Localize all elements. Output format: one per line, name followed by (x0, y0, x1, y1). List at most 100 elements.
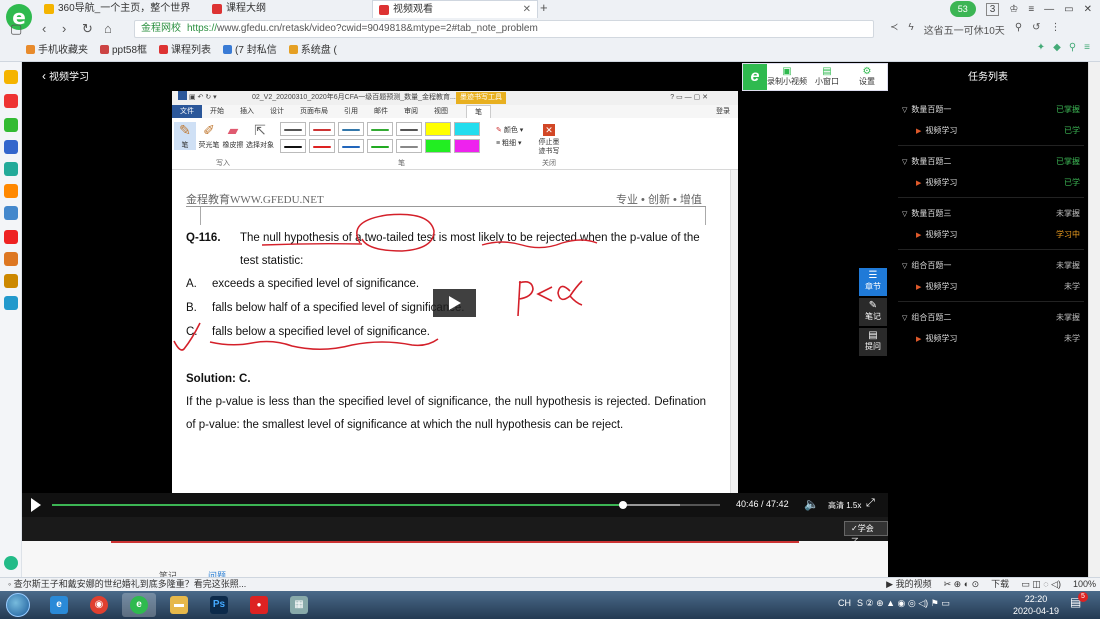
bookmark-item[interactable]: 课程列表 (159, 41, 211, 56)
task-item-video[interactable]: ▶ 视频学习 (916, 125, 957, 136)
app-icon[interactable] (4, 274, 18, 288)
task-separator (898, 197, 1084, 198)
new-tab-button[interactable]: + (540, 0, 548, 15)
task-item-video[interactable]: ▶ 视频学习 (916, 333, 957, 344)
user-badge[interactable]: 53 (949, 1, 976, 17)
taskbar-360-browser[interactable]: e (122, 593, 156, 617)
minimize-icon[interactable]: — (1044, 4, 1054, 15)
refresh-icon[interactable]: ↻ (82, 21, 93, 37)
skin-icon[interactable]: ♔ (1009, 4, 1018, 15)
taskbar-calculator[interactable]: ▦ (282, 593, 316, 617)
ask-question-button[interactable]: ▤ 提问 (859, 328, 887, 356)
lightning-icon[interactable]: ϟ (908, 22, 913, 37)
search-icon[interactable]: ⚲ (1015, 22, 1022, 37)
game-icon[interactable]: ◆ (1053, 42, 1061, 53)
menu-icon[interactable]: ≡ (1084, 42, 1090, 53)
search-hint[interactable]: 这省五一可休10天 (924, 22, 1005, 37)
browser-360-icon: e (130, 596, 148, 614)
tray-icons[interactable]: S ② ⊕ ▲ ◉ ◎ ◁) ⚑ ▭ (857, 598, 950, 609)
video-play-overlay-button[interactable] (433, 289, 476, 317)
question-text: The null hypothesis of a two-tailed test… (240, 232, 700, 267)
extension-icon[interactable]: ✦ (1037, 42, 1045, 53)
forward-icon[interactable]: › (62, 21, 66, 36)
bookmark-item[interactable]: ppt58框 (100, 41, 147, 56)
app-icon[interactable] (4, 296, 18, 310)
game-icon[interactable] (4, 184, 18, 198)
task-item-video[interactable]: ▶ 视频学习 (916, 281, 957, 292)
task-group-header[interactable]: ▽ 组合百题一 (902, 260, 951, 271)
learned-button[interactable]: ✓学会了 (844, 521, 888, 546)
progress-bar[interactable] (52, 501, 720, 509)
zoom-level[interactable]: 100% (1073, 578, 1096, 591)
mail-icon[interactable] (4, 118, 18, 132)
my-video-link[interactable]: ▶ 我的视频 (886, 578, 931, 591)
task-group-header[interactable]: ▽ 数量百题二 (902, 156, 951, 167)
language-indicator[interactable]: CH (838, 598, 851, 609)
volume-icon[interactable]: 🔈 (804, 497, 819, 511)
play-icon (449, 296, 461, 310)
bookmark-item[interactable]: 手机收藏夹 (26, 41, 88, 56)
tab-video-watch[interactable]: 视频观看 ✕ (372, 0, 538, 18)
menu-icon[interactable]: ≡ (1028, 4, 1034, 15)
word-ribbon-tabs: 文件 开始 插入 设计 页面布局 引用 邮件 审阅 视图 笔 登录 (172, 105, 738, 118)
news-ticker[interactable]: ◦ 查尔斯王子和戴安娜的世纪婚礼到底多隆重？看完这张照... (8, 578, 246, 591)
close-window-icon[interactable]: ✕ (1084, 4, 1092, 15)
chapters-button[interactable]: ☰ 章节 (859, 268, 887, 296)
tab-close-icon[interactable]: ✕ (523, 1, 531, 18)
app-icon[interactable] (4, 206, 18, 220)
clock-time: 22:20 (1024, 594, 1048, 604)
play-button[interactable] (31, 498, 41, 512)
maximize-icon[interactable]: ▭ (1064, 4, 1073, 15)
misc-icons[interactable]: ▭ ◫ ◌ ◁) (1021, 578, 1061, 591)
clock[interactable]: 22:20 2020-04-19 (1006, 593, 1066, 617)
page-scrollbar[interactable] (1088, 62, 1100, 577)
triangle-down-icon: ▽ (902, 263, 908, 270)
word-tab: 文件 (172, 105, 202, 118)
start-button[interactable] (6, 593, 30, 617)
app-icon[interactable] (4, 252, 18, 266)
clock-date: 2020-04-19 (1012, 606, 1060, 616)
taskbar-photoshop[interactable]: Ps (202, 593, 236, 617)
share-icon[interactable]: ≺ (890, 22, 898, 37)
tools-icon[interactable]: ✂ ⊕ ◐ ⊙ (944, 578, 980, 591)
tab-360-nav[interactable]: 360导航_一个主页，整个世界 (38, 0, 206, 18)
task-group-header[interactable]: ▽ 数量百题三 (902, 208, 951, 219)
tab-course-outline[interactable]: 课程大纲 (206, 0, 372, 18)
app-icon[interactable] (4, 162, 18, 176)
taskbar-chrome[interactable]: ◉ (82, 593, 116, 617)
learned-bar: ✓学会了 (22, 517, 888, 546)
back-to-video-study[interactable]: ‹ 视频学习 (42, 68, 89, 83)
home-icon[interactable]: ⌂ (104, 21, 112, 36)
task-item-video[interactable]: ▶ 视频学习 (916, 229, 957, 240)
url-input[interactable]: 金程网校 https://www.gfedu.cn/retask/video?cw… (134, 20, 874, 38)
video-icon[interactable] (4, 230, 18, 244)
progress-knob[interactable] (619, 501, 628, 509)
record-video-button[interactable]: ▣ 录制小视频 (767, 67, 807, 87)
mini-window-button[interactable]: ▤ 小窗口 (807, 67, 847, 87)
back-icon[interactable]: ‹ (42, 21, 46, 36)
more-icon[interactable]: ⋮ (1051, 22, 1061, 37)
sidebar-toggle-icon[interactable]: ▢ (10, 21, 22, 37)
task-group-header[interactable]: ▽ 组合百题二 (902, 312, 951, 323)
task-item-video[interactable]: ▶ 视频学习 (916, 177, 957, 188)
weibo-icon[interactable] (4, 94, 18, 108)
speed-quality-button[interactable]: 高清 1.5x (828, 500, 861, 511)
add-icon[interactable] (4, 556, 18, 570)
taskbar-explorer[interactable]: ▬ (162, 593, 196, 617)
task-group-status: 未掌握 (1056, 313, 1080, 322)
taskbar-app-red[interactable]: ● (242, 593, 276, 617)
news-icon[interactable] (4, 140, 18, 154)
task-group-header[interactable]: ▽ 数量百题一 (902, 104, 951, 115)
favorites-icon[interactable] (4, 70, 18, 84)
bookmark-item[interactable]: 系统盘 ( (288, 41, 337, 56)
settings-button[interactable]: ⚙ 设置 (847, 67, 887, 87)
fullscreen-icon[interactable]: ⤢ (866, 497, 875, 510)
tab-count[interactable]: 3 (985, 2, 1000, 16)
undo-icon[interactable]: ↺ (1032, 22, 1040, 37)
taskbar-ie[interactable]: e (42, 593, 76, 617)
download-link[interactable]: 下载 (991, 578, 1009, 591)
notes-button[interactable]: ✎ 笔记 (859, 298, 887, 326)
bookmark-item[interactable]: (7 封私信 (223, 41, 277, 56)
tab-strip: 360导航_一个主页，整个世界 课程大纲 视频观看 ✕ + 53 3 ♔ ≡ —… (0, 0, 1100, 18)
search-icon[interactable]: ⚲ (1069, 42, 1076, 53)
